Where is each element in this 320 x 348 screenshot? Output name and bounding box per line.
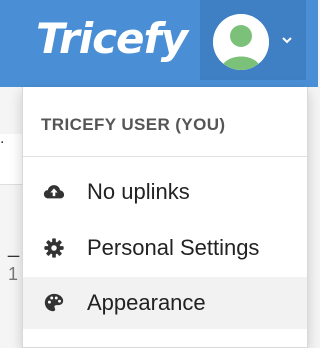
dropdown-header: TRICEFY USER (YOU) (41, 115, 226, 134)
user-menu-toggle[interactable] (200, 0, 306, 80)
gear-icon (44, 238, 64, 258)
background-text-fragment: _ (8, 236, 20, 258)
menu-item-personal-settings[interactable]: Personal Settings (23, 222, 307, 274)
background-text-fragment: . (0, 130, 5, 147)
menu-item-label: Appearance (87, 290, 206, 315)
palette-icon (44, 293, 64, 312)
menu-item-appearance[interactable]: Appearance (23, 277, 307, 329)
user-dropdown-menu: TRICEFY USER (YOU) No uplinks Personal S… (22, 87, 308, 348)
cloud-upload-icon (43, 185, 65, 199)
top-navbar: Tricefy (0, 0, 318, 87)
menu-item-label: No uplinks (87, 179, 190, 204)
menu-item-uplinks[interactable]: No uplinks (23, 166, 307, 218)
dropdown-divider (23, 156, 307, 157)
menu-item-label: Personal Settings (87, 235, 260, 260)
background-text-fragment: 1 (8, 264, 19, 284)
tricefy-logo[interactable]: Tricefy (36, 18, 188, 60)
user-avatar-icon (213, 14, 269, 70)
chevron-down-icon (282, 37, 292, 44)
